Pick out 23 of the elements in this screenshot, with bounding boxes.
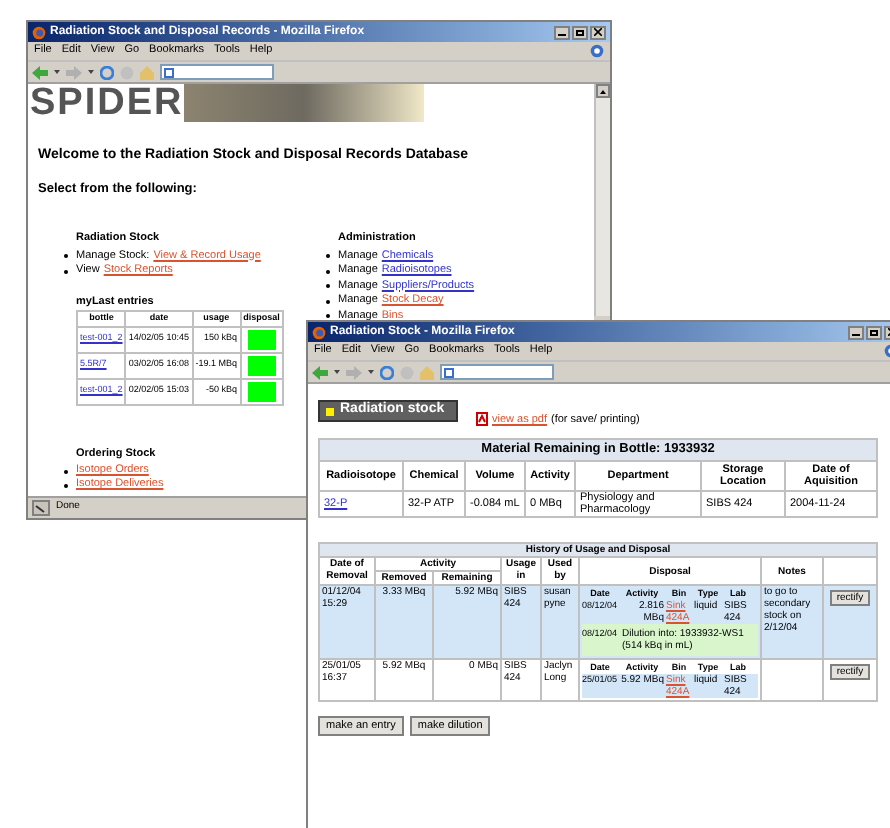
page-icon bbox=[444, 367, 454, 377]
address-field[interactable] bbox=[160, 64, 274, 80]
spider-logo: SPIDER bbox=[28, 84, 184, 122]
scroll-up-arrow-icon[interactable] bbox=[600, 89, 606, 93]
dropdown-caret-icon[interactable] bbox=[88, 70, 94, 74]
dropdown-caret-icon[interactable] bbox=[368, 370, 374, 374]
firefox-logo-icon bbox=[312, 325, 326, 339]
scrollbar[interactable] bbox=[594, 84, 610, 316]
pdf-icon bbox=[476, 412, 488, 427]
square-icon bbox=[326, 407, 334, 415]
minimize-icon[interactable] bbox=[554, 25, 570, 39]
reload-icon[interactable] bbox=[100, 65, 114, 79]
maximize-icon[interactable] bbox=[572, 25, 588, 39]
reload-icon[interactable] bbox=[380, 365, 394, 379]
maximize-icon[interactable] bbox=[866, 325, 882, 339]
firefox-logo-icon bbox=[32, 25, 46, 39]
throbber-icon bbox=[590, 44, 604, 58]
dropdown-caret-icon[interactable] bbox=[54, 70, 60, 74]
minimize-icon[interactable] bbox=[848, 325, 864, 339]
address-field[interactable] bbox=[440, 364, 554, 380]
close-icon[interactable] bbox=[590, 25, 606, 39]
dropdown-caret-icon[interactable] bbox=[334, 370, 340, 374]
page-icon bbox=[164, 67, 174, 77]
